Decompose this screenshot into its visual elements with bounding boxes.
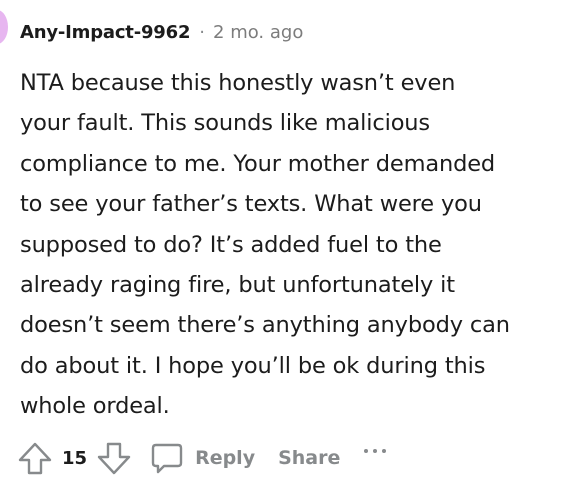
- comment-line: to see your father’s texts. What were yo…: [20, 191, 482, 218]
- reply-label: Reply: [195, 447, 256, 469]
- author-username[interactable]: Any-Impact-9962: [20, 22, 190, 43]
- comment-line: your fault. This sounds like malicious: [20, 110, 430, 137]
- comment-line: doesn’t seem there’s anything anybody ca…: [20, 312, 510, 339]
- comment-line: supposed to do? It’s added fuel to the: [20, 231, 442, 258]
- more-dot: [373, 449, 378, 453]
- comment-bubble-icon: [151, 443, 183, 474]
- comment-line: whole ordeal.: [20, 393, 170, 420]
- comment-actions: 15 Reply Share: [16, 436, 391, 480]
- more-options-icon[interactable]: [364, 439, 391, 463]
- comment-line: do about it. I hope you’ll be ok during …: [20, 352, 486, 379]
- more-dot: [382, 449, 387, 453]
- downvote-button[interactable]: [95, 439, 133, 477]
- share-button[interactable]: Share: [278, 447, 340, 469]
- comment-timestamp[interactable]: 2 mo. ago: [213, 22, 303, 43]
- comment-header: Any-Impact-9962 · 2 mo. ago: [20, 18, 303, 46]
- meta-separator: ·: [199, 21, 206, 43]
- comment-line: compliance to me. Your mother demanded: [20, 150, 496, 177]
- upvote-button[interactable]: [16, 439, 54, 477]
- comment-line: NTA because this honestly wasn’t even: [20, 70, 456, 96]
- vote-count: 15: [62, 447, 88, 469]
- upvote-arrow-icon: [18, 442, 52, 475]
- share-label: Share: [278, 447, 341, 469]
- more-dot: [364, 449, 369, 453]
- comment-line: already raging fire, but unfortunately i…: [20, 272, 455, 299]
- comment-body: NTA because this honestly wasn’t even yo…: [20, 63, 565, 427]
- downvote-arrow-icon: [97, 442, 131, 475]
- avatar[interactable]: [0, 10, 8, 44]
- reply-button[interactable]: Reply: [149, 440, 255, 476]
